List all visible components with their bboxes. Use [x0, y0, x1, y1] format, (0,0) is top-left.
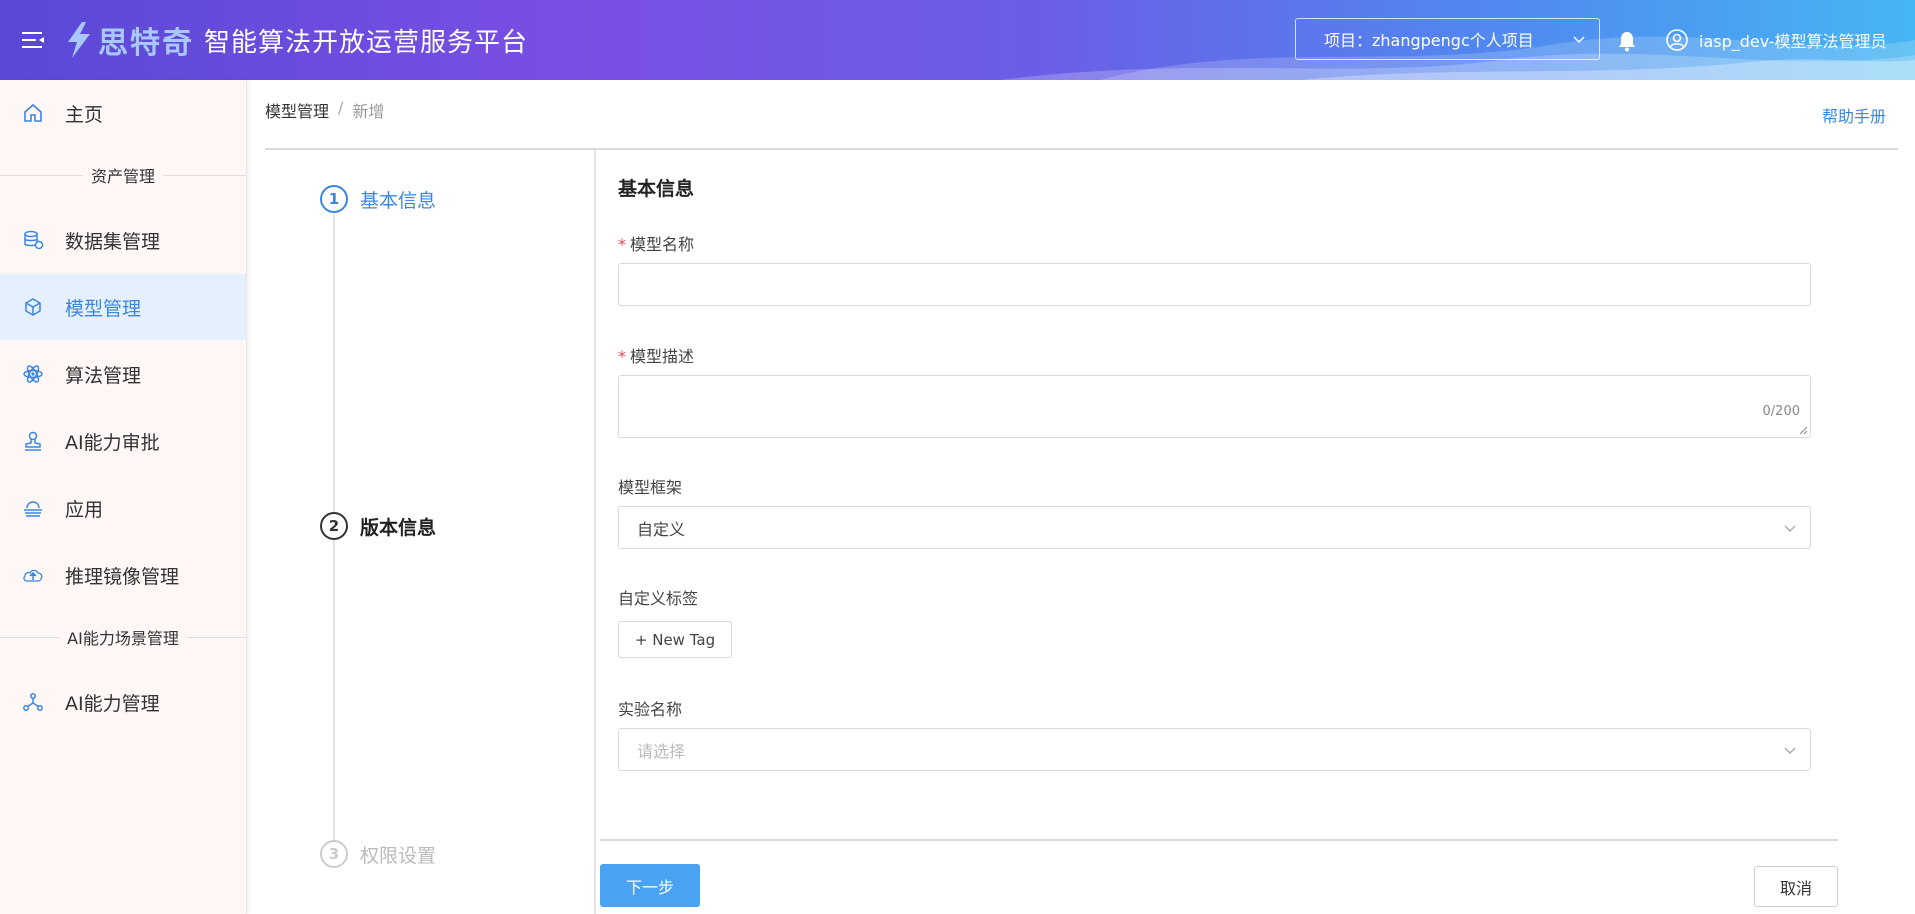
- next-step-button[interactable]: 下一步: [600, 864, 700, 907]
- cancel-button[interactable]: 取消: [1754, 866, 1838, 907]
- sidebar-item-inference-image[interactable]: 推理镜像管理: [0, 542, 246, 608]
- sidebar-item-dataset[interactable]: 数据集管理: [0, 207, 246, 273]
- section-divider-assets: 资产管理: [0, 165, 246, 186]
- model-name-input[interactable]: [618, 263, 1811, 306]
- step-label: 版本信息: [360, 516, 437, 539]
- section-divider-scene: AI能力场景管理: [0, 627, 246, 648]
- sidebar-item-label: 算法管理: [65, 364, 142, 387]
- sidebar-item-ai-capability[interactable]: AI能力管理: [0, 669, 246, 735]
- framework-label: 模型框架: [618, 478, 683, 497]
- model-desc-textarea[interactable]: 0/200: [618, 375, 1811, 438]
- model-name-label: * 模型名称: [618, 231, 694, 255]
- section-title: AI能力场景管理: [67, 629, 179, 648]
- section-title: 资产管理: [91, 167, 156, 186]
- sidebar-item-application[interactable]: 应用: [0, 475, 246, 541]
- step-basic-info[interactable]: 1 基本信息: [320, 185, 436, 213]
- cloud-stack-icon: [24, 501, 42, 517]
- atom-icon: [23, 365, 43, 383]
- logo-brand: 思特奇: [98, 26, 194, 61]
- resize-grip-icon[interactable]: [1796, 423, 1808, 435]
- required-mark: *: [618, 347, 626, 366]
- header-divider: [265, 148, 1898, 150]
- experiment-select[interactable]: 请选择: [618, 728, 1811, 771]
- footer-divider: [600, 839, 1838, 841]
- sidebar-item-label: 主页: [65, 103, 104, 126]
- framework-select-value: 自定义: [637, 519, 686, 539]
- lightning-logo-icon: [68, 22, 90, 58]
- cube-icon: [25, 298, 41, 316]
- step-number: 3: [320, 840, 348, 868]
- top-header: 思特奇 智能算法开放运营服务平台 项目：zhangpengc个人项目 iasp_…: [0, 0, 1915, 80]
- user-menu[interactable]: iasp_dev-模型算法管理员: [1665, 28, 1887, 52]
- sidebar-item-ai-approval[interactable]: AI能力审批: [0, 408, 246, 474]
- sidebar-item-algorithm[interactable]: 算法管理: [0, 341, 246, 407]
- chevron-down-icon: [1573, 36, 1585, 44]
- database-icon: [24, 230, 44, 250]
- sidebar-item-model[interactable]: 模型管理: [0, 274, 246, 340]
- label-text: 模型名称: [630, 235, 695, 254]
- experiment-select-placeholder: 请选择: [637, 741, 686, 761]
- user-avatar-icon: [1666, 29, 1688, 51]
- sidebar-item-label: AI能力管理: [65, 692, 160, 715]
- form-title: 基本信息: [618, 178, 695, 200]
- sidebar-item-label: 推理镜像管理: [65, 565, 180, 588]
- new-tag-button[interactable]: + New Tag: [618, 621, 732, 658]
- breadcrumb-separator: /: [338, 98, 344, 117]
- project-select-value: 项目：zhangpengc个人项目: [1324, 31, 1534, 50]
- required-mark: *: [618, 235, 626, 254]
- sidebar: 主页 资产管理 数据集管理 模型管理 算法管理 AI能力审批 应用 推理镜像管理…: [0, 80, 247, 914]
- custom-tags-label: 自定义标签: [618, 589, 699, 608]
- step-label: 基本信息: [360, 189, 437, 212]
- home-icon: [24, 103, 42, 122]
- breadcrumb-current: 新增: [352, 102, 385, 121]
- model-desc-label: * 模型描述: [618, 343, 694, 367]
- project-select[interactable]: 项目：zhangpengc个人项目: [1295, 18, 1600, 60]
- sidebar-item-label: 数据集管理: [65, 230, 161, 253]
- chevron-down-icon: [1784, 525, 1796, 532]
- menu-toggle-icon[interactable]: [22, 30, 44, 50]
- sidebar-item-label: AI能力审批: [65, 431, 160, 454]
- sidebar-item-label: 应用: [65, 498, 104, 521]
- step-permissions[interactable]: 3 权限设置: [320, 840, 436, 868]
- stamp-icon: [25, 431, 41, 451]
- cloud-upload-icon: [23, 569, 43, 582]
- step-number: 2: [320, 512, 348, 540]
- platform-title: 智能算法开放运营服务平台: [204, 27, 529, 58]
- breadcrumb-parent[interactable]: 模型管理: [265, 98, 329, 122]
- step-label: 权限设置: [360, 844, 437, 867]
- label-text: 模型描述: [630, 347, 695, 366]
- sidebar-item-home[interactable]: 主页: [0, 80, 246, 146]
- framework-select[interactable]: 自定义: [618, 506, 1811, 549]
- steps-divider: [594, 150, 596, 914]
- help-manual-link[interactable]: 帮助手册: [1822, 103, 1886, 127]
- char-counter: 0/200: [1762, 404, 1800, 419]
- step-version-info[interactable]: 2 版本信息: [320, 512, 436, 540]
- step-number: 1: [320, 185, 348, 213]
- sidebar-item-label: 模型管理: [65, 297, 142, 320]
- network-nodes-icon: [23, 693, 43, 711]
- breadcrumb: 模型管理 / 新增: [265, 98, 384, 122]
- experiment-label: 实验名称: [618, 700, 683, 719]
- logo: 思特奇 智能算法开放运营服务平台: [62, 18, 528, 62]
- user-name: iasp_dev-模型算法管理员: [1699, 32, 1887, 51]
- chevron-down-icon: [1784, 747, 1796, 754]
- bell-icon[interactable]: [1617, 30, 1637, 52]
